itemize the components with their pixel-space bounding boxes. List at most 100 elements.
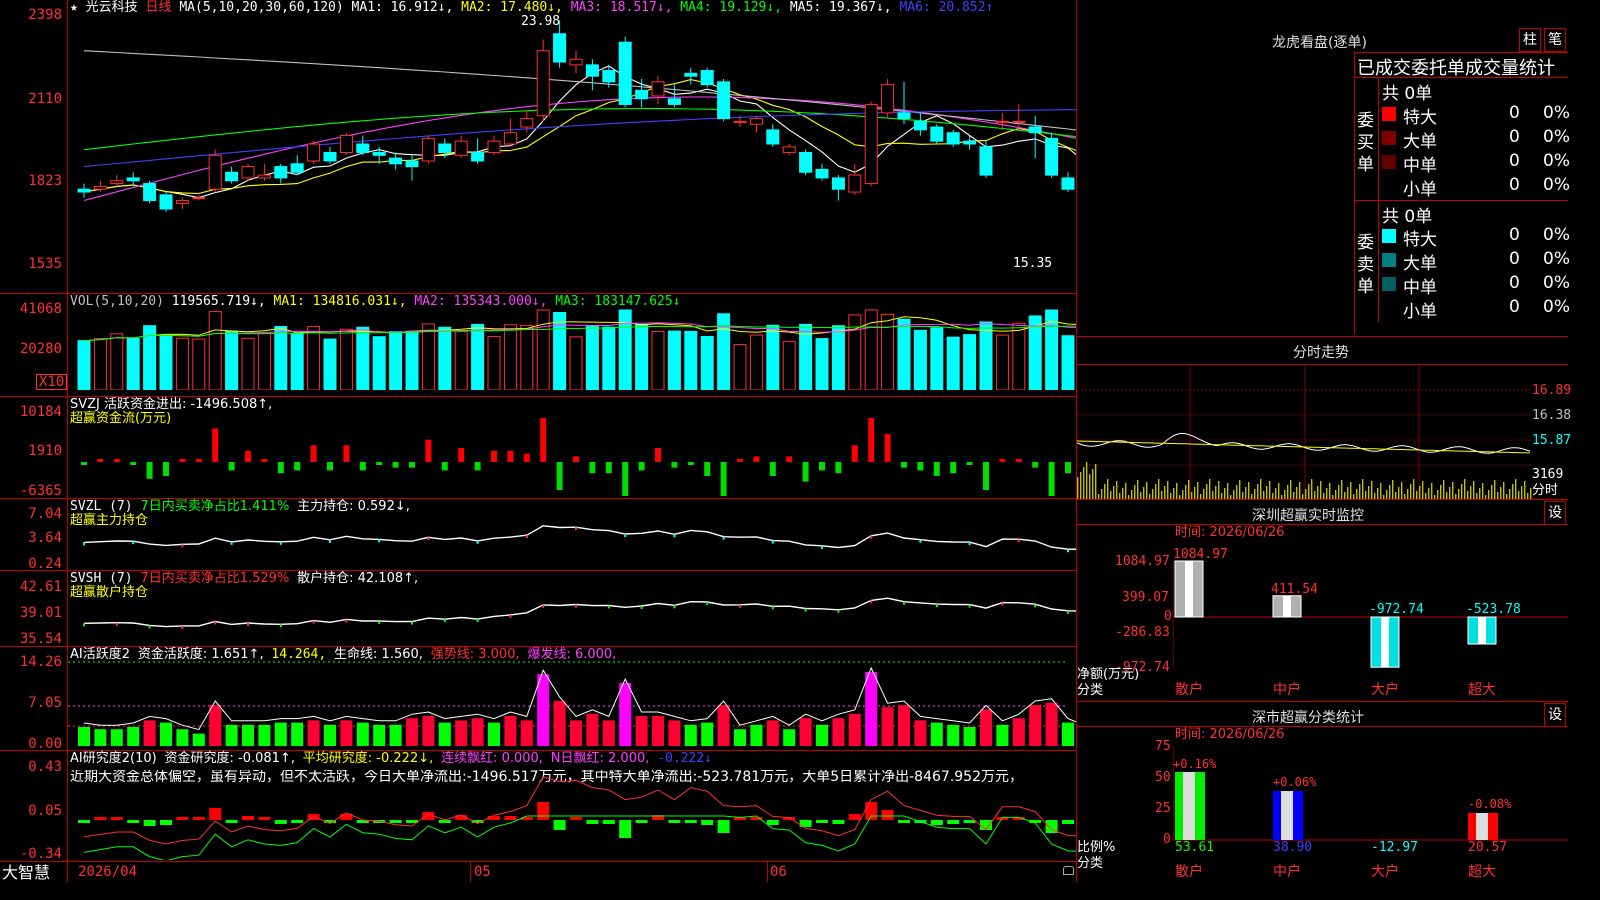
intraday-volume-bar	[1092, 469, 1094, 499]
period-label: 日线	[145, 0, 172, 15]
activity-bar	[520, 720, 533, 746]
sz-class-value: 53.61	[1175, 840, 1215, 855]
ai1-axis-2: 7.05	[28, 695, 62, 711]
svsh-tick	[148, 625, 151, 629]
candle-body	[1061, 177, 1075, 190]
activity-bar	[980, 709, 992, 746]
buy-total: 共 0单	[1382, 84, 1433, 104]
candle-body	[831, 177, 845, 190]
intraday-chart[interactable]	[1077, 365, 1532, 499]
svsh-tick	[279, 624, 282, 628]
candle	[881, 79, 895, 119]
intraday-volume-bar	[1356, 489, 1358, 499]
research-bar	[274, 820, 287, 824]
volume-bar	[815, 338, 829, 390]
intraday-volume-bar	[1155, 484, 1157, 499]
vol-axis-1: 41068	[19, 301, 62, 317]
intraday-volume-bar	[1191, 492, 1193, 499]
candle	[831, 175, 845, 201]
column-view-button[interactable]: 柱	[1519, 28, 1541, 52]
x-axis-date-1: 2026/04	[78, 864, 138, 880]
order-color-swatch	[1382, 131, 1396, 145]
intraday-axis-3: 15.87	[1532, 433, 1572, 448]
intraday-volume-bar	[1449, 487, 1451, 499]
volume-bar	[175, 337, 189, 390]
svsh-tick	[771, 606, 774, 610]
intraday-volume-bar	[1101, 489, 1103, 499]
research-bar	[717, 820, 730, 833]
activity-bar	[766, 720, 779, 746]
sz-monitor-bar-value: -972.74	[1369, 602, 1424, 617]
activity-bar	[143, 720, 156, 746]
intraday-volume-bar	[1431, 483, 1433, 499]
intraday-volume-bar	[1392, 480, 1394, 499]
candlestick-chart[interactable]	[68, 14, 1076, 274]
candle-body	[766, 129, 780, 145]
sz-monitor-settings-button[interactable]: 设	[1544, 501, 1566, 525]
flow-bar	[868, 418, 875, 462]
tick-view-button[interactable]: 笔	[1544, 28, 1566, 52]
candle-body	[733, 120, 747, 123]
intraday-volume-bar	[1365, 491, 1367, 499]
sell-side-label: 委卖单	[1357, 233, 1374, 297]
research-bar	[865, 802, 878, 820]
sz-class-settings-button[interactable]: 设	[1544, 703, 1566, 727]
candle-body	[225, 171, 239, 182]
candle	[307, 141, 321, 164]
candle	[1045, 132, 1059, 178]
activity-bar	[570, 720, 582, 746]
lock-icon[interactable]	[1063, 866, 1074, 875]
intraday-volume-bar	[1185, 485, 1187, 499]
intraday-volume-bar	[1512, 484, 1514, 499]
intraday-volume-bar	[1320, 481, 1322, 499]
candle-body	[257, 174, 271, 179]
candle-body	[520, 118, 534, 128]
intraday-volume-bar	[1371, 481, 1373, 499]
intraday-volume-bar	[1344, 492, 1346, 499]
research-bar	[160, 820, 172, 825]
activity-bar	[1012, 718, 1025, 746]
intraday-volume-bar	[1488, 490, 1490, 499]
svzl-tick	[378, 539, 381, 543]
intraday-volume-bar	[1473, 481, 1475, 499]
candle-body	[192, 197, 206, 200]
sz-class-axis-4: 0	[1163, 832, 1171, 847]
order-name: 特大	[1403, 108, 1437, 128]
svzl-tick	[870, 535, 873, 539]
activity-bar	[307, 720, 320, 746]
main-chart-area[interactable]: ★ 光云科技 日线 MA(5,10,20,30,60,120) MA1: 16.…	[0, 0, 1077, 882]
flow-bar	[195, 459, 202, 462]
intraday-volume-bar	[1140, 492, 1142, 499]
intraday-volume-bar	[1443, 480, 1445, 499]
candle-body	[897, 112, 911, 120]
candle-body	[274, 166, 288, 179]
flow-bar	[409, 462, 415, 468]
candle	[454, 135, 468, 159]
svzl-line-chart	[83, 525, 1076, 553]
flow-bar	[720, 462, 727, 496]
flow-bar	[769, 462, 776, 476]
candle-body	[602, 70, 616, 83]
volume-bar	[995, 334, 1009, 390]
ma1-value: MA1: 16.912↓,	[351, 0, 454, 15]
volume-bar	[290, 333, 304, 390]
volume-bar	[208, 311, 222, 390]
sz-monitor-chart: 1084.97 411.54 -972.74 -523.78	[1173, 547, 1568, 668]
candle	[717, 79, 731, 122]
research-bar	[980, 820, 992, 830]
order-color-swatch	[1382, 277, 1396, 291]
research-bar	[684, 820, 697, 823]
intraday-volume-bar	[1131, 490, 1133, 499]
activity-bar	[865, 672, 878, 746]
ma3-line	[83, 96, 1076, 202]
volume-bar	[667, 330, 681, 390]
intraday-volume-bar	[1311, 479, 1313, 499]
intraday-volume-bar	[1521, 486, 1523, 499]
intraday-volume-bar	[1227, 483, 1229, 499]
candle	[979, 141, 993, 178]
candle	[897, 81, 911, 125]
candle	[126, 172, 140, 187]
svsh-line	[83, 597, 1076, 628]
candle-body	[881, 84, 895, 114]
volume-bar	[438, 326, 452, 390]
